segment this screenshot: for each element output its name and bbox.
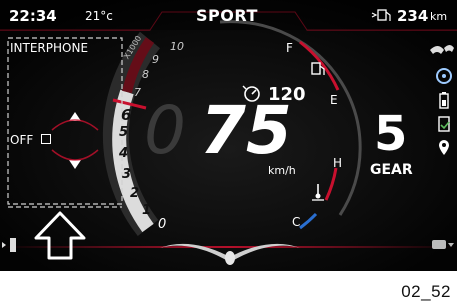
interphone-title: INTERPHONE xyxy=(10,41,89,55)
interphone-toggle-label[interactable]: OFF xyxy=(10,133,33,147)
tach-tick-1: 1 xyxy=(142,203,152,218)
tach-tick-6: 6 xyxy=(121,106,132,124)
speed-value: 75 xyxy=(200,92,292,169)
figure-caption: 02_52 xyxy=(401,282,451,301)
gear-value: 5 xyxy=(374,106,408,162)
tach-tick-9: 9 xyxy=(152,53,159,66)
speed-leading-digit: 0 xyxy=(144,92,186,169)
fuel-range-value: 234 xyxy=(397,7,429,25)
figure: 22:34 21°c SPORT 234 km INTERPHONE OFF X… xyxy=(0,0,457,306)
clock-time: 22:34 xyxy=(9,7,57,25)
tach-tick-2: 2 xyxy=(130,186,140,201)
gear-label: GEAR xyxy=(370,162,413,178)
tach-tick-3: 3 xyxy=(122,167,132,182)
speed-unit: km/h xyxy=(268,164,296,177)
fuel-full-label: F xyxy=(286,41,293,55)
tach-tick-10: 10 xyxy=(170,40,184,53)
temp-hot-label: H xyxy=(333,156,343,170)
riding-mode[interactable]: SPORT xyxy=(196,6,258,25)
tach-tick-0: 0 xyxy=(158,217,167,232)
dashboard-screen: 22:34 21°c SPORT 234 km INTERPHONE OFF X… xyxy=(0,0,457,271)
tach-tick-5: 5 xyxy=(119,125,129,140)
temp-cold-label: C xyxy=(292,215,301,229)
interphone-toggle-box[interactable] xyxy=(41,134,51,144)
tach-tick-7: 7 xyxy=(134,86,141,99)
tach-tick-8: 8 xyxy=(142,68,149,81)
fuel-empty-label: E xyxy=(330,93,338,107)
fuel-range-unit: km xyxy=(430,10,448,23)
ambient-temperature: 21°c xyxy=(85,9,113,23)
bottom-glow-line xyxy=(0,246,457,248)
tach-tick-4: 4 xyxy=(119,146,129,161)
